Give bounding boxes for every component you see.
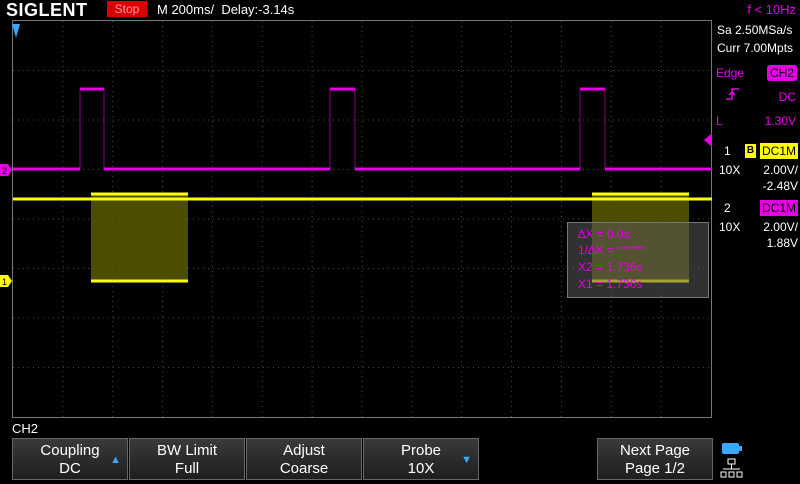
cursor-inverse-delta-x: 1/∆X = ****** <box>578 243 646 257</box>
info-side-panel: Sa 2.50MSa/s Curr 7.00Mpts Edge CH2 DC L… <box>713 20 800 418</box>
softkey-probe[interactable]: Probe 10X ▼ <box>363 438 479 480</box>
ch1-ground-marker[interactable]: 1 <box>0 275 12 287</box>
channel-2-scale: 2.00V/ <box>763 220 798 234</box>
softkey-value: Page 1/2 <box>624 460 686 477</box>
memory-depth: Curr 7.00Mpts <box>717 41 794 55</box>
sample-rate: Sa 2.50MSa/s <box>717 23 793 37</box>
rising-edge-icon <box>726 88 739 100</box>
trigger-type: Edge <box>716 66 745 80</box>
trigger-position-marker[interactable] <box>12 24 20 38</box>
channel-1-number: 1 <box>724 144 731 158</box>
softkey-label: BW Limit <box>157 442 217 459</box>
cursor-measurement-box[interactable]: ∆X = 0.0s 1/∆X = ****** X2 = 1.736s X1 =… <box>567 222 709 298</box>
softkey-next-page[interactable]: Next Page Page 1/2 <box>597 438 713 480</box>
channel-2-number: 2 <box>724 201 731 215</box>
channel-2-coupling: DC1M <box>760 200 798 216</box>
softkey-label: Adjust <box>283 442 325 459</box>
channel-1-coupling: DC1M <box>760 143 798 159</box>
ch2-ground-marker[interactable]: 2 <box>0 164 12 176</box>
softkey-value: Coarse <box>279 460 329 477</box>
trigger-level-label: L <box>716 114 723 128</box>
cursor-x2: X2 = 1.736s <box>578 260 643 274</box>
trigger-source: CH2 <box>767 65 797 81</box>
ch2-edge-trace <box>79 89 606 169</box>
channel-1-probe: 10X <box>719 163 741 177</box>
trigger-info-panel[interactable]: Edge CH2 DC L 1.30V <box>713 62 800 154</box>
arrow-up-icon: ▲ <box>110 454 121 466</box>
softkey-bw-limit[interactable]: BW Limit Full <box>129 438 245 480</box>
cursor-x1: X1 = 1.736s <box>578 277 643 291</box>
softkey-label: Next Page <box>619 442 691 459</box>
ch1-pulse-shade <box>91 195 188 281</box>
ch2-marker-label: 2 <box>2 166 7 176</box>
usb-network-icon <box>720 443 743 478</box>
ch2-waveform <box>13 87 712 171</box>
channel-1-scale: 2.00V/ <box>763 163 798 177</box>
channel-2-info[interactable]: 2 DC1M 10X 2.00V/ 1.88V <box>713 199 800 255</box>
channel-2-probe: 10X <box>719 220 741 234</box>
trigger-coupling: DC <box>778 90 796 104</box>
channel-1-offset: -2.48V <box>762 179 798 193</box>
softkey-coupling[interactable]: Coupling DC ▲ <box>12 438 128 480</box>
arrow-down-icon: ▼ <box>461 454 472 466</box>
menu-title: CH2 <box>12 421 39 436</box>
trigger-level: 1.30V <box>764 114 796 128</box>
softkey-value: Full <box>174 460 200 477</box>
bw-limit-badge: B <box>745 144 756 158</box>
cursor-delta-x: ∆X = 0.0s <box>578 227 630 241</box>
system-status-icons <box>720 441 744 479</box>
trigger-level-marker[interactable] <box>704 133 712 147</box>
channel-2-offset: 1.88V <box>766 236 798 250</box>
softkey-adjust[interactable]: Adjust Coarse <box>246 438 362 480</box>
channel-1-info[interactable]: 1 B DC1M 10X 2.00V/ -2.48V <box>713 142 800 198</box>
ch1-marker-label: 1 <box>2 277 7 287</box>
